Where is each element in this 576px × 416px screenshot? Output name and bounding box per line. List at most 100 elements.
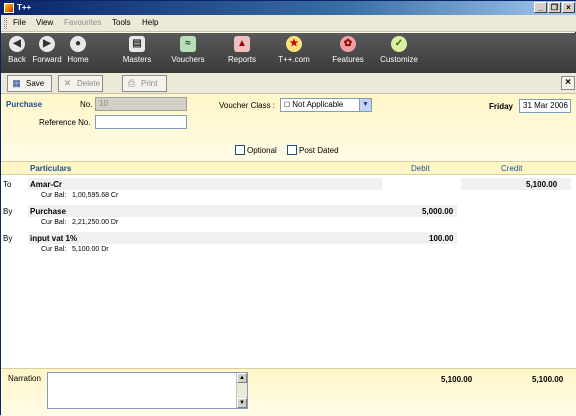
ledger-name: Amar-Cr bbox=[30, 180, 63, 189]
narration-scrollbar[interactable]: ▲ ▼ bbox=[236, 373, 247, 408]
menu-view[interactable]: View bbox=[36, 18, 53, 27]
forward-label: Forward bbox=[32, 55, 62, 64]
floppy-disk-icon: ▦ bbox=[12, 78, 21, 88]
menu-help[interactable]: Help bbox=[142, 18, 158, 27]
title-bar: T++ _ ❐ × bbox=[1, 1, 576, 15]
post-dated-label: Post Dated bbox=[299, 146, 339, 155]
row-prefix: By bbox=[3, 234, 13, 243]
credit-amount: 5,100.00 bbox=[526, 180, 558, 189]
back-button[interactable]: ◀ Back bbox=[5, 36, 29, 70]
back-arrow-icon: ◀ bbox=[9, 36, 25, 52]
voucher-no-field[interactable]: 10 bbox=[95, 97, 187, 111]
close-voucher-button[interactable]: × bbox=[561, 76, 575, 90]
table-row[interactable]: By input vat 1% 100.00 bbox=[1, 232, 576, 244]
print-label: Print bbox=[141, 79, 158, 88]
features-icon: ✿ bbox=[340, 36, 356, 52]
vouchers-icon: ≈ bbox=[180, 36, 196, 52]
voucher-header: Purchase No. 10 Reference No. Voucher Cl… bbox=[1, 94, 576, 161]
balance-row: Cur Bal: 1,00,595.68 Cr bbox=[1, 191, 576, 203]
table-row[interactable]: By Purchase 5,000.00 bbox=[1, 205, 576, 217]
row-band bbox=[28, 232, 457, 244]
reports-icon: ▲ bbox=[234, 36, 250, 52]
cur-bal-label: Cur Bal: bbox=[41, 219, 67, 226]
masters-icon: ▤ bbox=[129, 36, 145, 52]
particulars-column-header: Particulars bbox=[30, 164, 72, 173]
scroll-up-icon[interactable]: ▲ bbox=[237, 373, 247, 383]
menu-favourites[interactable]: Favourites bbox=[64, 18, 101, 27]
menu-file[interactable]: File bbox=[13, 18, 26, 27]
table-row[interactable]: To Amar-Cr 5,100.00 bbox=[1, 178, 576, 190]
ledger-name: input vat 1% bbox=[30, 234, 78, 243]
voucher-day: Friday bbox=[489, 102, 514, 111]
save-button[interactable]: ▦ Save bbox=[7, 75, 52, 92]
home-label: Home bbox=[67, 55, 89, 64]
balance-row: Cur Bal: 2,21,250.00 Dr bbox=[1, 218, 576, 230]
debit-column-header: Debit bbox=[411, 164, 430, 173]
forward-arrow-icon: ▶ bbox=[39, 36, 55, 52]
menu-tools[interactable]: Tools bbox=[112, 18, 131, 27]
delete-button[interactable]: ✕ Delete bbox=[58, 75, 103, 92]
features-button[interactable]: ✿ Features bbox=[330, 36, 366, 70]
printer-icon: ⎙ bbox=[127, 78, 136, 88]
vouchers-label: Vouchers bbox=[171, 55, 205, 64]
credit-column-header: Credit bbox=[501, 164, 523, 173]
voucher-no-label: No. bbox=[80, 100, 93, 109]
cur-bal-value: 5,100.00 Dr bbox=[72, 246, 109, 253]
customize-button[interactable]: ✓ Customize bbox=[380, 36, 418, 70]
delete-x-icon: ✕ bbox=[63, 78, 72, 88]
menu-grip-icon bbox=[4, 18, 7, 29]
masters-button[interactable]: ▤ Masters bbox=[120, 36, 154, 70]
voucher-date-field[interactable]: 31 Mar 2006 bbox=[519, 99, 571, 113]
save-label: Save bbox=[26, 79, 45, 88]
balance-row: Cur Bal: 5,100.00 Dr bbox=[1, 245, 576, 257]
forward-button[interactable]: ▶ Forward bbox=[31, 36, 63, 70]
reference-no-label: Reference No. bbox=[39, 118, 91, 127]
row-prefix: To bbox=[3, 180, 12, 189]
voucher-footer: Narration ▲ ▼ 5,100.00 5,100.00 bbox=[1, 368, 576, 416]
cur-bal-label: Cur Bal: bbox=[41, 192, 67, 199]
home-icon: ● bbox=[70, 36, 86, 52]
close-window-button[interactable]: × bbox=[562, 2, 575, 13]
entries-grid-header: Particulars Debit Credit bbox=[1, 161, 576, 175]
tpp-com-button[interactable]: ★ T++.com bbox=[275, 36, 313, 70]
ledger-name: Purchase bbox=[30, 207, 67, 216]
restore-button[interactable]: ❐ bbox=[548, 2, 561, 13]
row-band bbox=[28, 205, 457, 217]
back-label: Back bbox=[8, 55, 26, 64]
optional-checkbox[interactable] bbox=[235, 145, 245, 155]
reports-button[interactable]: ▲ Reports bbox=[226, 36, 258, 70]
delete-label: Delete bbox=[77, 79, 101, 88]
optional-label: Optional bbox=[247, 146, 277, 155]
vouchers-button[interactable]: ≈ Vouchers bbox=[170, 36, 206, 70]
menu-bar: File View Favourites Tools Help bbox=[1, 15, 576, 32]
tpp-com-label: T++.com bbox=[278, 55, 310, 64]
entries-grid: To Amar-Cr 5,100.00 Cur Bal: 1,00,595.68… bbox=[1, 175, 576, 368]
tpp-logo-icon: ★ bbox=[286, 36, 302, 52]
reports-label: Reports bbox=[227, 55, 256, 64]
debit-amount: 100.00 bbox=[429, 234, 454, 243]
narration-textarea[interactable]: ▲ ▼ bbox=[47, 372, 248, 409]
minimize-button[interactable]: _ bbox=[534, 2, 547, 13]
print-button[interactable]: ⎙ Print bbox=[122, 75, 167, 92]
voucher-type-label: Purchase bbox=[6, 100, 43, 109]
customize-label: Customize bbox=[380, 55, 418, 64]
features-label: Features bbox=[332, 55, 364, 64]
app-window: T++ _ ❐ × File View Favourites Tools Hel… bbox=[0, 0, 576, 416]
voucher-class-box-icon: ☐ bbox=[284, 102, 293, 109]
app-icon bbox=[4, 3, 14, 13]
reference-no-field[interactable] bbox=[95, 115, 187, 129]
total-credit: 5,100.00 bbox=[532, 375, 564, 384]
total-debit: 5,100.00 bbox=[441, 375, 473, 384]
main-toolbar: ◀ Back ▶ Forward ● Home ▤ Masters ≈ Vouc… bbox=[1, 33, 576, 73]
row-band bbox=[28, 178, 382, 190]
cur-bal-value: 2,21,250.00 Dr bbox=[72, 219, 119, 226]
voucher-class-select[interactable]: ☐ Not Applicable ▼ bbox=[280, 98, 372, 112]
home-button[interactable]: ● Home bbox=[65, 36, 91, 70]
scroll-down-icon[interactable]: ▼ bbox=[237, 398, 247, 408]
post-dated-checkbox[interactable] bbox=[287, 145, 297, 155]
narration-label: Narration bbox=[8, 374, 41, 383]
debit-amount: 5,000.00 bbox=[422, 207, 454, 216]
cur-bal-label: Cur Bal: bbox=[41, 246, 67, 253]
masters-label: Masters bbox=[122, 55, 152, 64]
voucher-class-label: Voucher Class : bbox=[219, 101, 276, 110]
